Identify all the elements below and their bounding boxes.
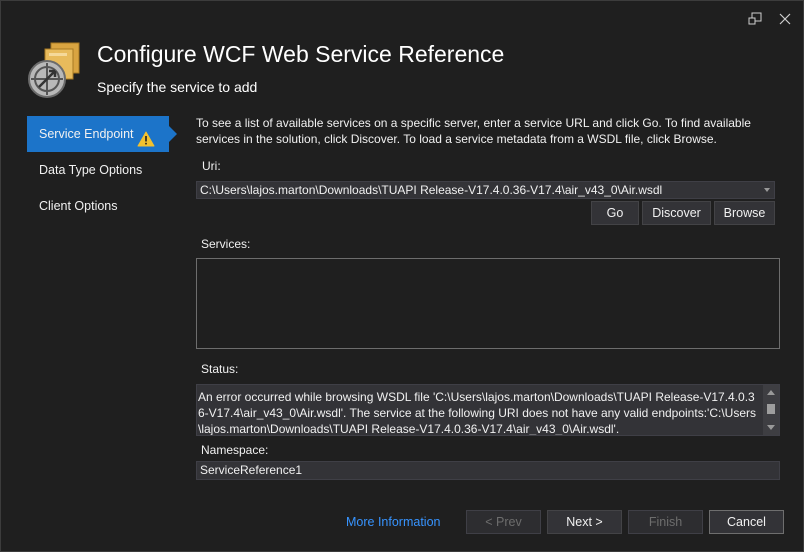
scroll-thumb[interactable] [767,404,775,414]
uri-value: C:\Users\lajos.marton\Downloads\TUAPI Re… [200,183,663,197]
status-message: An error occurred while browsing WSDL fi… [198,390,756,436]
instructions-text: To see a list of available services on a… [196,116,751,146]
wcf-service-logo-icon [25,39,89,103]
chevron-down-icon[interactable] [764,188,770,192]
sidebar-item-label: Data Type Options [39,163,143,177]
namespace-label: Namespace: [201,443,269,457]
close-icon[interactable] [777,11,793,27]
go-button[interactable]: Go [591,201,639,225]
discover-button[interactable]: Discover [642,201,711,225]
uri-label: Uri: [202,159,221,173]
titlebar-controls [747,11,793,27]
sidebar-item-label: Service Endpoint [39,127,134,141]
sidebar-item-data-type-options[interactable]: Data Type Options [27,152,177,188]
browse-button[interactable]: Browse [714,201,775,225]
status-textbox[interactable]: An error occurred while browsing WSDL fi… [196,384,780,436]
dialog-window: Configure WCF Web Service Reference Spec… [0,0,804,552]
sidebar-nav: Service Endpoint Data Type Options Clien… [27,116,177,224]
sidebar-item-label: Client Options [39,199,118,213]
dialog-title: Configure WCF Web Service Reference [97,41,505,67]
instructions: To see a list of available services on a… [196,115,782,147]
status-scrollbar[interactable] [763,385,779,435]
pin-window-icon[interactable] [747,11,763,27]
prev-button[interactable]: < Prev [466,510,541,534]
cancel-button[interactable]: Cancel [709,510,784,534]
finish-button[interactable]: Finish [628,510,703,534]
more-information-link[interactable]: More Information [346,515,440,529]
services-label: Services: [201,237,251,251]
sidebar-item-service-endpoint[interactable]: Service Endpoint [27,116,177,152]
services-list[interactable] [196,258,780,349]
scroll-down-icon[interactable] [767,425,775,430]
next-button[interactable]: Next > [547,510,622,534]
warning-icon [137,125,155,147]
dialog-subtitle: Specify the service to add [97,79,258,95]
status-label: Status: [201,362,239,376]
scroll-up-icon[interactable] [767,390,775,395]
sidebar-item-client-options[interactable]: Client Options [27,188,177,224]
uri-combobox[interactable]: C:\Users\lajos.marton\Downloads\TUAPI Re… [196,181,775,199]
namespace-input[interactable]: ServiceReference1 [196,461,780,480]
